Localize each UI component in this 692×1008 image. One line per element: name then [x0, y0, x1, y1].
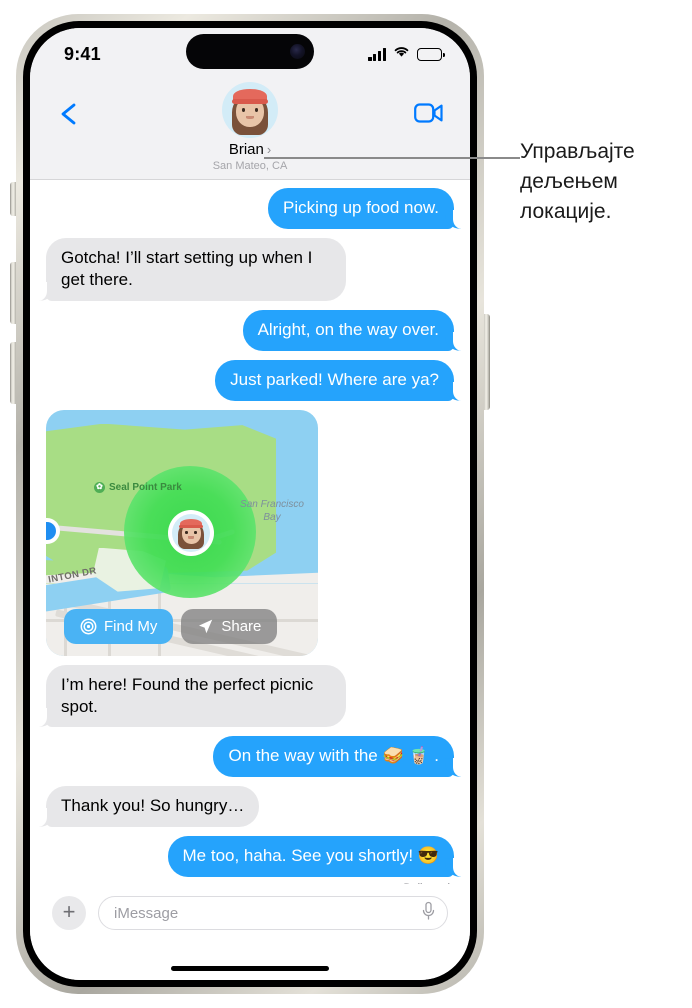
find-my-label: Find My — [104, 617, 158, 635]
callout-text: Управљајте дељењем локације. — [520, 140, 635, 223]
message-input-bar: + iMessage — [30, 884, 470, 980]
message-row: Me too, haha. See you shortly! 😎 — [46, 836, 463, 878]
back-button[interactable] — [56, 100, 84, 128]
message-bubble-outgoing[interactable]: Me too, haha. See you shortly! 😎 — [167, 836, 463, 878]
find-my-button[interactable]: Find My — [64, 608, 174, 644]
contact-name: Brian — [228, 141, 264, 158]
imessage-placeholder: iMessage — [114, 904, 179, 922]
memoji-avatar — [172, 514, 210, 552]
status-bar: 9:41 — [30, 28, 470, 76]
facetime-video-button[interactable] — [414, 102, 444, 124]
message-row: Just parked! Where are ya? — [46, 359, 462, 401]
status-time: 9:41 — [64, 43, 101, 64]
message-row: ✿ Seal Point Park San Francisco Bay INTO… — [46, 409, 454, 656]
iphone-device: 9:41 Brian › San Mateo, CA Picking up fo… — [10, 14, 490, 994]
message-bubble-outgoing[interactable]: Alright, on the way over. — [242, 309, 463, 351]
home-indicator[interactable] — [171, 966, 329, 971]
message-bubble-incoming[interactable]: Gotcha! I’ll start setting up when I get… — [38, 237, 346, 301]
map-bay-label: San Francisco Bay — [240, 498, 304, 524]
memoji-avatar — [222, 82, 278, 138]
dynamic-island — [186, 34, 314, 69]
message-row: Gotcha! I’ll start setting up when I get… — [38, 237, 454, 301]
shared-location-avatar[interactable] — [168, 509, 214, 556]
message-bubble-incoming[interactable]: Thank you! So hungry… — [37, 786, 260, 828]
contact-name-row[interactable]: Brian › — [229, 141, 271, 158]
map-action-buttons: Find My Share — [64, 608, 278, 644]
video-camera-icon — [414, 103, 443, 123]
share-label: Share — [221, 617, 262, 635]
message-row: Picking up food now. — [46, 188, 462, 229]
map-park-label: ✿ Seal Point Park — [94, 481, 182, 493]
message-row: I’m here! Found the perfect picnic spot. — [38, 664, 454, 728]
power-button[interactable] — [483, 314, 490, 410]
message-bubble-outgoing[interactable]: Picking up food now. — [268, 188, 462, 229]
front-camera-icon — [290, 44, 305, 59]
search-input[interactable]: iMessage — [98, 896, 448, 930]
conversation-header: Brian › San Mateo, CA — [30, 76, 470, 180]
plus-icon[interactable]: + — [52, 896, 86, 930]
message-bubble-outgoing[interactable]: Just parked! Where are ya? — [215, 359, 462, 401]
map-attachment[interactable]: ✿ Seal Point Park San Francisco Bay INTO… — [46, 409, 318, 656]
device-screen: 9:41 Brian › San Mateo, CA Picking up fo… — [30, 28, 470, 980]
navigation-arrow-icon — [199, 619, 213, 633]
message-row: Thank you! So hungry… — [37, 786, 454, 828]
message-bubble-incoming[interactable]: I’m here! Found the perfect picnic spot. — [38, 664, 346, 728]
park-label-text: Seal Point Park — [109, 481, 182, 493]
message-list[interactable]: Picking up food now. Gotcha! I’ll start … — [30, 180, 470, 884]
find-my-radar-icon — [80, 618, 97, 635]
message-bubble-outgoing[interactable]: On the way with the 🥪 🧋 . — [213, 736, 462, 778]
chevron-right-icon: › — [266, 141, 272, 157]
park-pin-icon: ✿ — [94, 481, 105, 493]
callout-leader-line — [264, 157, 520, 159]
avatar[interactable] — [222, 82, 278, 138]
device-bezel: 9:41 Brian › San Mateo, CA Picking up fo… — [23, 21, 477, 987]
share-location-button[interactable]: Share — [181, 608, 278, 644]
cellular-signal-icon — [368, 47, 386, 61]
message-row: Alright, on the way over. — [46, 309, 463, 351]
battery-icon — [417, 47, 445, 61]
status-indicators — [368, 41, 445, 63]
contact-location: San Mateo, CA — [212, 160, 288, 172]
wifi-icon — [393, 45, 410, 63]
microphone-icon[interactable] — [421, 901, 436, 926]
device-frame: 9:41 Brian › San Mateo, CA Picking up fo… — [16, 14, 484, 994]
message-row: On the way with the 🥪 🧋 . — [46, 736, 462, 778]
